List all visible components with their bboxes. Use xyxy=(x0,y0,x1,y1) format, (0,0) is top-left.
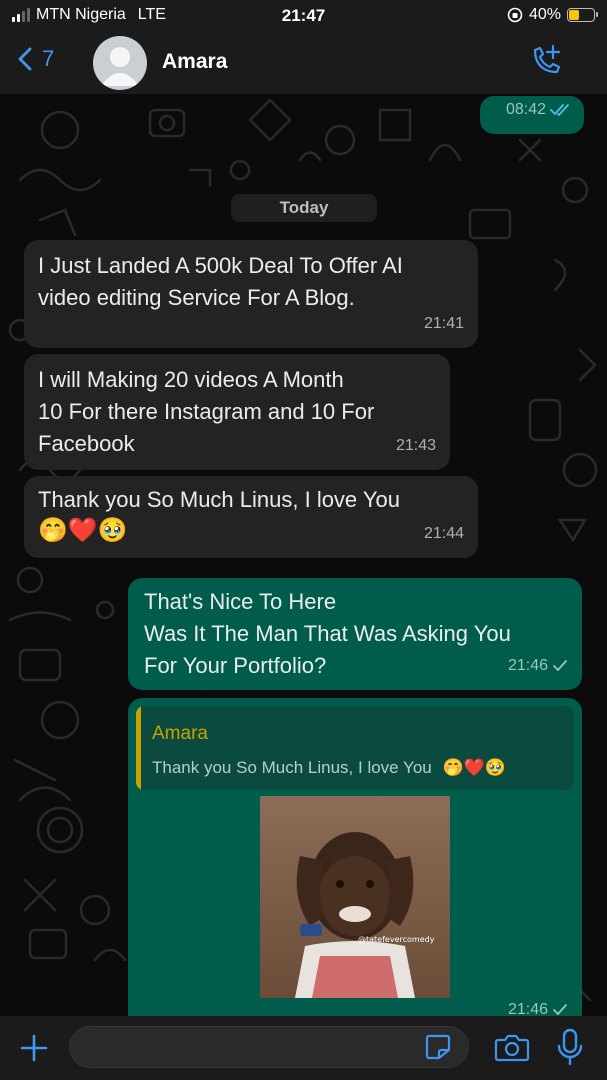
battery-percent: 40% xyxy=(528,6,561,23)
single-tick-icon xyxy=(553,660,567,672)
quoted-message[interactable]: Amara Thank you So Much Linus, I love Yo… xyxy=(136,706,574,790)
message-time: 21:44 xyxy=(423,525,464,542)
message-emoji: 🤭❤️🥹 xyxy=(38,516,128,544)
message-bubble-outgoing[interactable]: That's Nice To Here Was It The Man That … xyxy=(128,578,582,690)
unread-count: 7 xyxy=(42,46,55,71)
message-text: I Just Landed A 500k Deal To Offer AI vi… xyxy=(38,253,403,310)
voice-message-button[interactable] xyxy=(556,1028,584,1071)
message-time: 21:43 xyxy=(395,437,436,454)
message-text: Thank you So Much Linus, I love You xyxy=(38,487,401,512)
microphone-icon xyxy=(557,1028,583,1066)
message-text: That's Nice To Here Was It The Man That … xyxy=(144,589,511,678)
sticker-icon xyxy=(425,1034,451,1060)
call-button[interactable] xyxy=(529,44,563,83)
message-time: 08:42 xyxy=(505,101,546,118)
message-bubble-incoming[interactable]: I Just Landed A 500k Deal To Offer AI vi… xyxy=(24,240,478,348)
message-time: 21:46 xyxy=(507,657,548,674)
message-bubble-incoming[interactable]: Thank you So Much Linus, I love You 🤭❤️🥹… xyxy=(24,476,478,558)
message-text: I will Making 20 videos A Month 10 For t… xyxy=(38,367,375,456)
chat-header: 7 Amara xyxy=(0,32,607,94)
message-bubble-outgoing-reply[interactable]: Amara Thank you So Much Linus, I love Yo… xyxy=(128,698,582,1028)
shared-photo[interactable]: @tatefevercomedy xyxy=(260,796,450,998)
orientation-lock-icon xyxy=(507,7,523,23)
sticker-button[interactable] xyxy=(423,1032,453,1067)
svg-text:@tatefevercomedy: @tatefevercomedy xyxy=(358,935,435,944)
message-bubble-outgoing[interactable]: 08:42 xyxy=(480,96,584,134)
contact-name[interactable]: Amara xyxy=(162,50,227,74)
quoted-sender: Amara xyxy=(152,723,208,744)
date-divider: Today xyxy=(231,194,377,222)
single-tick-icon xyxy=(553,1004,567,1016)
chevron-left-icon xyxy=(18,47,32,71)
camera-icon xyxy=(494,1034,530,1062)
phone-plus-icon xyxy=(533,44,561,74)
message-bubble-incoming[interactable]: I will Making 20 videos A Month 10 For t… xyxy=(24,354,450,470)
status-bar: MTN Nigeria LTE 21:47 40% xyxy=(0,0,607,32)
photo-image: @tatefevercomedy xyxy=(260,796,450,998)
message-input-bar xyxy=(0,1016,607,1080)
attach-button[interactable] xyxy=(18,1032,50,1069)
message-input[interactable] xyxy=(69,1026,469,1068)
camera-button[interactable] xyxy=(494,1032,530,1067)
default-avatar-icon xyxy=(101,47,139,86)
message-time: 21:41 xyxy=(423,315,464,332)
back-button[interactable]: 7 xyxy=(18,46,54,72)
quoted-text: Thank you So Much Linus, I love You 🤭❤️🥹 xyxy=(152,758,506,778)
double-tick-read-icon xyxy=(550,104,569,117)
avatar[interactable] xyxy=(93,36,147,90)
battery-icon xyxy=(567,8,598,22)
plus-icon xyxy=(20,1034,48,1062)
